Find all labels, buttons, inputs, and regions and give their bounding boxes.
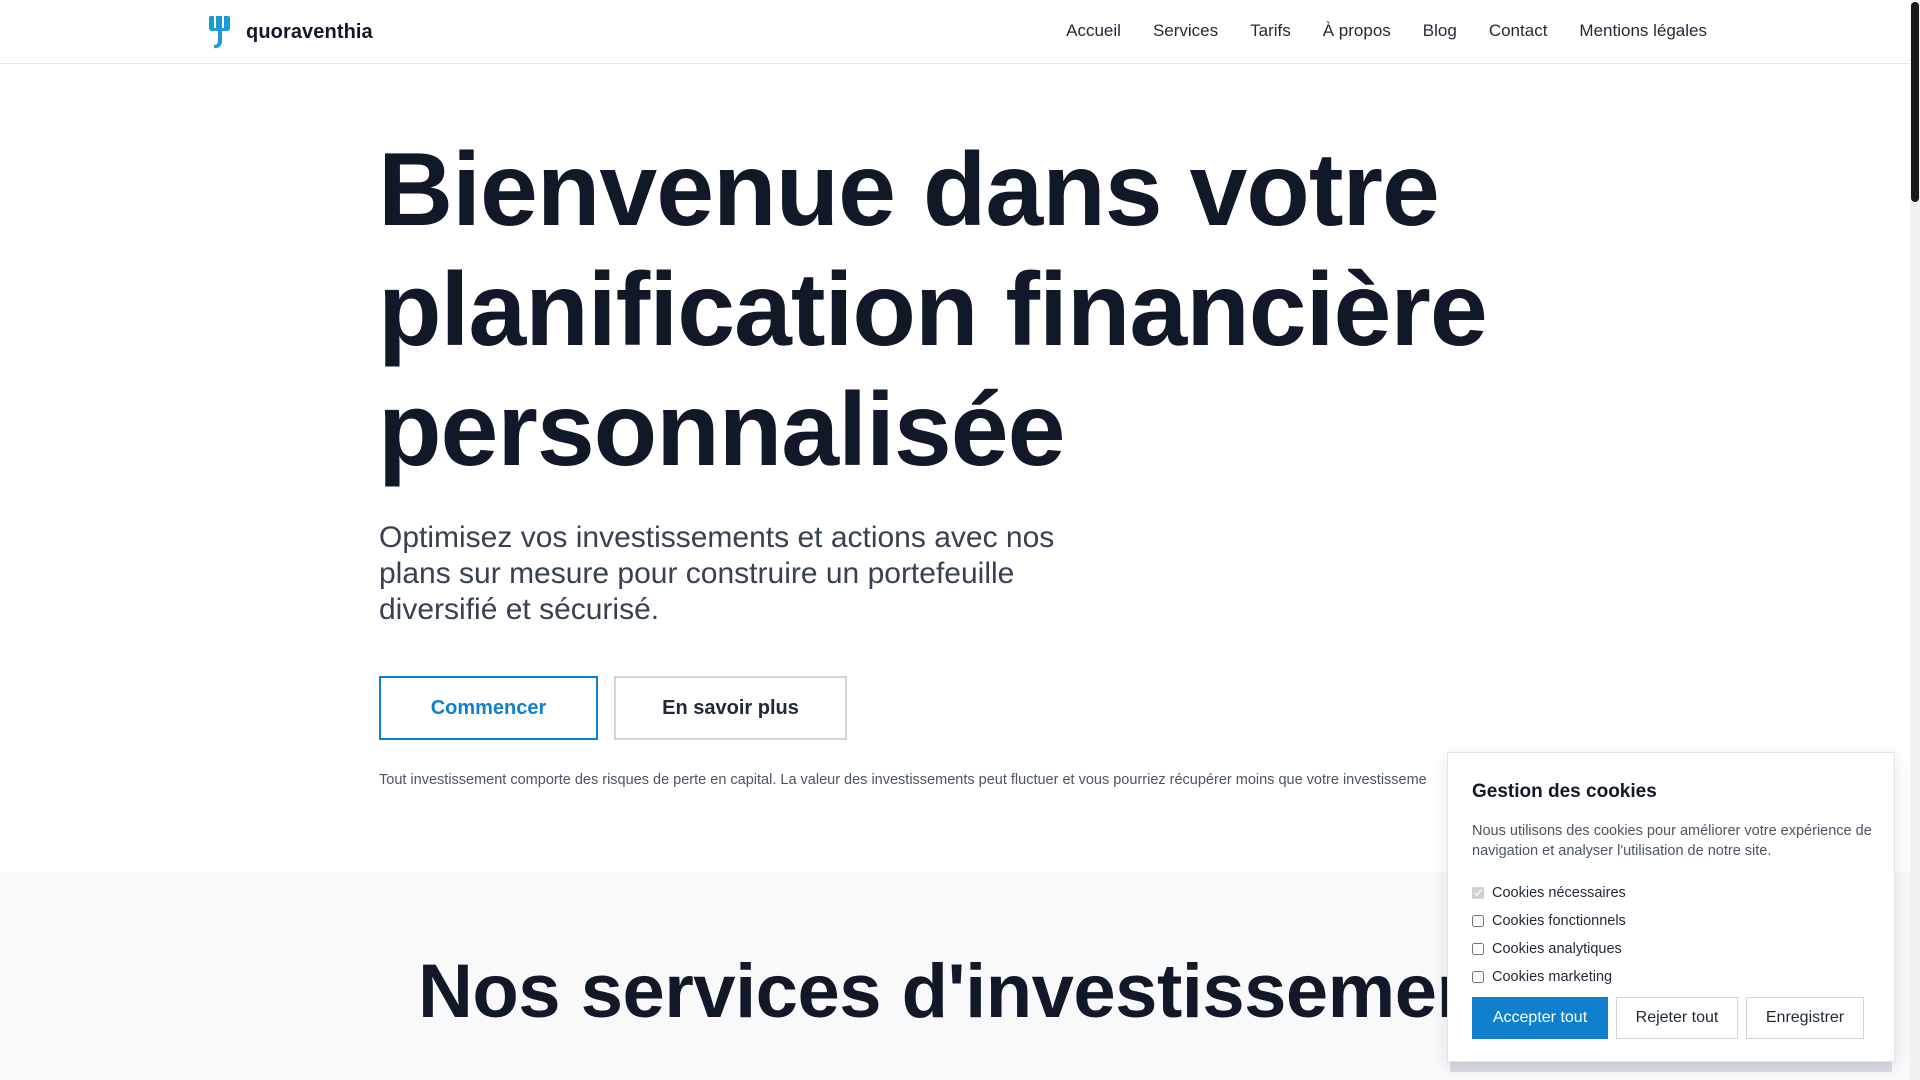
- cookie-necessary-checkbox[interactable]: [1472, 887, 1484, 899]
- cookie-options-list: Cookies nécessaires Cookies fonctionnels…: [1472, 879, 1626, 991]
- cookie-functional-checkbox[interactable]: [1472, 915, 1484, 927]
- page-scrollbar[interactable]: [1910, 0, 1920, 1080]
- cookie-marketing-checkbox[interactable]: [1472, 971, 1484, 983]
- reject-all-button[interactable]: Rejeter tout: [1616, 997, 1738, 1039]
- elephant-logo-icon: [209, 16, 230, 49]
- main-nav: Accueil Services Tarifs À propos Blog Co…: [1066, 21, 1707, 41]
- hero-title-line-3: personnalisée: [378, 372, 1065, 488]
- site-header: quoraventhia Accueil Services Tarifs À p…: [0, 0, 1910, 64]
- en-savoir-plus-button[interactable]: En savoir plus: [614, 676, 847, 740]
- cookie-option-label: Cookies analytiques: [1492, 941, 1622, 957]
- cookie-button-row: Accepter tout Rejeter tout Enregistrer: [1472, 997, 1864, 1039]
- commencer-button[interactable]: Commencer: [379, 676, 598, 740]
- cookie-option-label: Cookies fonctionnels: [1492, 913, 1626, 929]
- hero-title-line-2: planification financière: [378, 252, 1488, 368]
- services-title: Nos services d'investissemen: [418, 949, 1483, 1034]
- cookie-option-marketing[interactable]: Cookies marketing: [1472, 963, 1626, 991]
- nav-item-accueil[interactable]: Accueil: [1066, 21, 1121, 41]
- nav-item-mentions-legales[interactable]: Mentions légales: [1579, 21, 1707, 41]
- save-preferences-button[interactable]: Enregistrer: [1746, 997, 1864, 1039]
- cookie-option-label: Cookies nécessaires: [1492, 885, 1626, 901]
- nav-item-contact[interactable]: Contact: [1489, 21, 1548, 41]
- nav-item-services[interactable]: Services: [1153, 21, 1218, 41]
- hero-title-line-1: Bienvenue dans votre: [378, 132, 1440, 248]
- brand-name: quoraventhia: [246, 20, 373, 43]
- cookie-option-necessary[interactable]: Cookies nécessaires: [1472, 879, 1626, 907]
- cookie-option-functional[interactable]: Cookies fonctionnels: [1472, 907, 1626, 935]
- cookie-panel-shadow: [1450, 1062, 1892, 1072]
- hero-title: Bienvenue dans votre planification finan…: [378, 130, 1578, 490]
- scrollbar-thumb[interactable]: [1911, 2, 1919, 202]
- nav-item-blog[interactable]: Blog: [1423, 21, 1457, 41]
- cookie-panel-description: Nous utilisons des cookies pour améliore…: [1472, 823, 1872, 859]
- hero-subtitle: Optimisez vos investissements et actions…: [379, 521, 1055, 626]
- cookie-consent-panel: Gestion des cookies Nous utilisons des c…: [1447, 752, 1895, 1062]
- cookie-panel-title: Gestion des cookies: [1472, 781, 1657, 802]
- nav-item-tarifs[interactable]: Tarifs: [1250, 21, 1291, 41]
- cookie-analytics-checkbox[interactable]: [1472, 943, 1484, 955]
- brand-home-link[interactable]: quoraventhia: [206, 14, 373, 50]
- nav-item-a-propos[interactable]: À propos: [1323, 21, 1391, 41]
- cookie-option-analytics[interactable]: Cookies analytiques: [1472, 935, 1626, 963]
- risk-disclaimer: Tout investissement comporte des risques…: [379, 772, 1427, 788]
- accept-all-button[interactable]: Accepter tout: [1472, 997, 1608, 1039]
- cookie-option-label: Cookies marketing: [1492, 969, 1613, 985]
